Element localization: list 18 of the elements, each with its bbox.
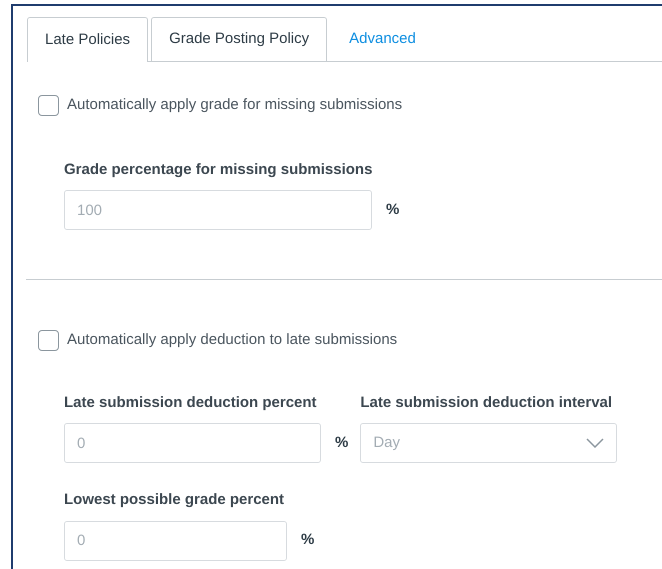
input-field[interactable]: 0 xyxy=(64,423,321,463)
percent-unit: % xyxy=(386,200,400,220)
field-label: Late submission deduction interval xyxy=(360,392,614,412)
tab[interactable]: Late Policies xyxy=(27,17,148,62)
input-field[interactable]: 0 xyxy=(64,520,287,560)
checkbox[interactable] xyxy=(38,330,59,351)
tab[interactable]: Advanced xyxy=(327,17,438,61)
checkbox-label: Automatically apply deduction to late submissions xyxy=(67,330,398,350)
tab[interactable]: Grade Posting Policy xyxy=(151,17,328,61)
input-field[interactable]: 100 xyxy=(64,190,372,230)
percent-unit: % xyxy=(335,432,348,453)
chevron-down-icon xyxy=(586,438,604,448)
field-label: Grade percentage for missing submissions xyxy=(64,160,374,180)
field-label: Lowest possible grade percent xyxy=(64,490,286,510)
percent-unit: % xyxy=(301,530,314,550)
field-label: Late submission deduction percent xyxy=(64,392,318,412)
checkbox-label: Automatically apply grade for missing submissions xyxy=(67,95,402,115)
checkbox[interactable] xyxy=(38,94,59,116)
